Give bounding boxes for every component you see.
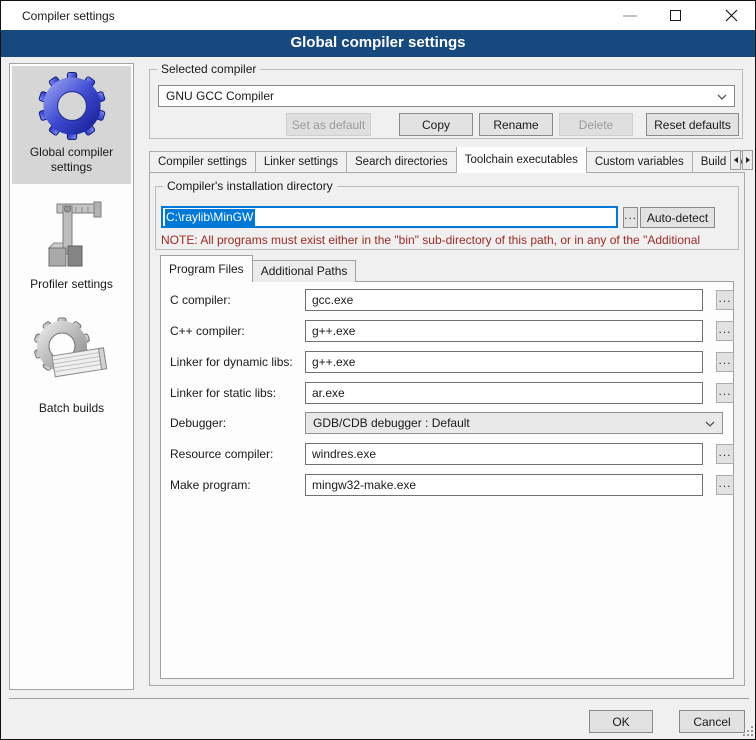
static-linker-input[interactable]: ar.exe (305, 382, 703, 404)
set-as-default-button[interactable]: Set as default (286, 113, 371, 136)
title-bar: Compiler settings (1, 1, 755, 30)
tab-scroll-buttons (730, 150, 754, 170)
toolchain-executables-page: Compiler's installation directory C:\ray… (149, 172, 745, 686)
browse-c-compiler-button[interactable]: ... (716, 290, 734, 310)
tab-toolchain-executables[interactable]: Toolchain executables (456, 147, 587, 173)
compiler-settings-dialog: Compiler settings Global compiler settin… (0, 0, 756, 740)
minimize-icon (623, 15, 637, 17)
caliper-icon (37, 196, 107, 272)
browse-make-program-button[interactable]: ... (716, 475, 734, 495)
rename-button[interactable]: Rename (479, 113, 553, 136)
field-row-make-program: Make program: mingw32-make.exe ... (170, 474, 733, 498)
chevron-down-icon (705, 421, 715, 427)
field-row-c-compiler: C compiler: gcc.exe ... (170, 289, 733, 313)
field-row-cpp-compiler: C++ compiler: g++.exe ... (170, 320, 733, 344)
make-program-input[interactable]: mingw32-make.exe (305, 474, 703, 496)
ok-button[interactable]: OK (589, 710, 653, 733)
tab-linker-settings[interactable]: Linker settings (255, 151, 347, 173)
group-legend: Selected compiler (157, 62, 260, 76)
debugger-select[interactable]: GDB/CDB debugger : Default (305, 412, 723, 434)
window-title: Compiler settings (22, 9, 115, 23)
cancel-button[interactable]: Cancel (679, 710, 745, 733)
browse-directory-button[interactable]: ... (623, 207, 638, 228)
sidebar-item-batch-builds[interactable]: Batch builds (12, 310, 131, 416)
resize-grip[interactable] (743, 726, 754, 737)
selected-compiler-group: Selected compiler GNU GCC Compiler Set a… (149, 69, 743, 139)
paths-tab-bar: Program Files Additional Paths (160, 256, 355, 282)
installation-directory-group: Compiler's installation directory C:\ray… (155, 186, 739, 250)
resource-compiler-input[interactable]: windres.exe (305, 443, 703, 465)
arrow-right-icon (746, 157, 750, 163)
bin-subdirectory-note: NOTE: All programs must exist either in … (161, 233, 737, 247)
arrow-left-icon (734, 157, 738, 163)
tab-compiler-settings[interactable]: Compiler settings (149, 151, 256, 173)
settings-category-list: Global compiler settings Profiler settin… (9, 63, 134, 690)
debugger-select-value: GDB/CDB debugger : Default (313, 413, 470, 433)
close-button[interactable] (713, 1, 747, 30)
compiler-select-value: GNU GCC Compiler (166, 86, 274, 106)
sidebar-item-label: Profiler settings (12, 277, 131, 292)
footer-divider (9, 698, 749, 699)
delete-button[interactable]: Delete (559, 113, 633, 136)
maximize-icon (670, 10, 681, 21)
close-icon (725, 9, 738, 22)
tab-program-files[interactable]: Program Files (160, 255, 253, 282)
dialog-heading: Global compiler settings (1, 30, 755, 57)
cpp-compiler-input[interactable]: g++.exe (305, 320, 703, 342)
field-row-static-linker: Linker for static libs: ar.exe ... (170, 382, 733, 406)
minimize-button[interactable] (613, 1, 647, 30)
program-files-page: C compiler: gcc.exe ... C++ compiler: g+… (160, 281, 734, 679)
reset-defaults-button[interactable]: Reset defaults (646, 113, 739, 136)
selected-path-text: C:\raylib\MinGW (165, 209, 255, 226)
maximize-button[interactable] (663, 1, 697, 30)
tab-custom-variables[interactable]: Custom variables (586, 151, 693, 173)
tab-scroll-left-button[interactable] (730, 150, 741, 170)
gear-blue-icon (38, 72, 106, 140)
browse-resource-compiler-button[interactable]: ... (716, 444, 734, 464)
copy-button[interactable]: Copy (399, 113, 473, 136)
tab-scroll-right-button[interactable] (742, 150, 753, 170)
field-row-debugger: Debugger: GDB/CDB debugger : Default (170, 412, 733, 436)
dynamic-linker-input[interactable]: g++.exe (305, 351, 703, 373)
browse-cpp-compiler-button[interactable]: ... (716, 321, 734, 341)
tab-additional-paths[interactable]: Additional Paths (252, 260, 357, 282)
browse-static-linker-button[interactable]: ... (716, 383, 734, 403)
field-row-resource-compiler: Resource compiler: windres.exe ... (170, 443, 733, 467)
sidebar-item-profiler-settings[interactable]: Profiler settings (12, 190, 131, 294)
gear-stack-icon (32, 316, 112, 396)
auto-detect-button[interactable]: Auto-detect (640, 207, 715, 228)
settings-tab-bar: Compiler settings Linker settings Search… (149, 147, 745, 173)
sidebar-item-label: Global compiler settings (12, 145, 131, 175)
c-compiler-input[interactable]: gcc.exe (305, 289, 703, 311)
field-row-dynamic-linker: Linker for dynamic libs: g++.exe ... (170, 351, 733, 375)
installation-directory-input[interactable]: C:\raylib\MinGW (161, 206, 618, 228)
sidebar-item-label: Batch builds (12, 401, 131, 416)
browse-dynamic-linker-button[interactable]: ... (716, 352, 734, 372)
chevron-down-icon (717, 94, 727, 100)
tab-search-directories[interactable]: Search directories (346, 151, 457, 173)
group-legend: Compiler's installation directory (163, 179, 337, 193)
compiler-select[interactable]: GNU GCC Compiler (158, 85, 735, 107)
sidebar-item-global-compiler-settings[interactable]: Global compiler settings (12, 66, 131, 184)
